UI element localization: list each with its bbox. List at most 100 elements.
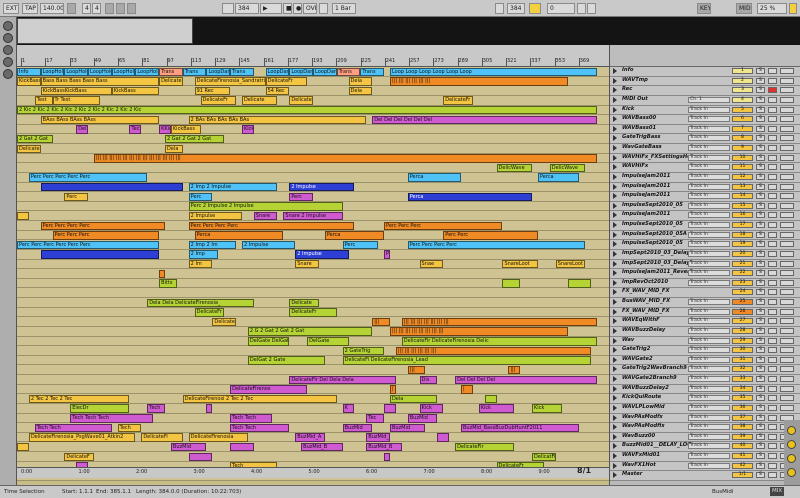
track-header[interactable]: WavPAsModfx Track In 37 S (610, 413, 800, 424)
track-input-select[interactable]: Track In (688, 385, 730, 392)
track-input-select[interactable]: Track In (688, 241, 730, 248)
solo-button[interactable]: S (756, 318, 765, 325)
track-input-select[interactable]: Track In (688, 260, 730, 267)
clip[interactable]: 2 Tec 2 Tec 2 Tec (28, 394, 130, 404)
cue-indicator-icon[interactable] (787, 440, 796, 449)
solo-button[interactable]: S (756, 106, 765, 113)
clip[interactable]: Perc Perc Perc Perc (188, 221, 355, 230)
track-activator-button[interactable]: 7 (732, 125, 753, 132)
track-header[interactable]: Wav Track In 29 S (610, 336, 800, 347)
clip[interactable]: DelicatFi (532, 452, 556, 462)
track-header[interactable]: Kick Track In 5 S (610, 105, 800, 116)
clip[interactable]: KickBass (170, 125, 201, 134)
arm-record-button[interactable] (768, 376, 777, 383)
arm-record-button[interactable] (768, 183, 777, 190)
draw-mode-button[interactable] (495, 3, 504, 14)
track-activator-button[interactable]: 23 (732, 279, 753, 286)
track-activator-button[interactable]: 2 (732, 77, 753, 84)
arm-record-button[interactable] (768, 241, 777, 248)
ext-sync-button[interactable]: EXT (3, 3, 19, 14)
arm-record-button[interactable] (768, 125, 777, 132)
metronome-button[interactable] (105, 3, 114, 14)
track-lane[interactable] (17, 365, 609, 376)
track-options-button[interactable] (780, 202, 794, 209)
track-header[interactable]: Rec 3 S (610, 86, 800, 96)
mixer-toggle-button[interactable]: MIX (770, 487, 785, 496)
clip[interactable]: Perc Perc Perc Perc Perc Perc (17, 240, 160, 250)
tap-tempo-button[interactable]: TAP (22, 3, 38, 14)
track-options-button[interactable] (780, 68, 794, 74)
clip[interactable]: Trans (159, 67, 183, 76)
clip[interactable]: Test (34, 96, 53, 105)
track-header[interactable]: WavPAsModfix Track In 38 S (610, 423, 800, 433)
clip[interactable]: Dela (389, 394, 438, 404)
expand-arrow-icon[interactable] (613, 385, 617, 392)
track-options-button[interactable] (780, 77, 794, 84)
track-activator-button[interactable]: 25 (732, 299, 753, 306)
clip[interactable]: KickBass (17, 77, 41, 86)
track-activator-button[interactable]: 22 (732, 270, 753, 277)
clip[interactable] (437, 433, 450, 442)
track-activator-button[interactable]: 40 (732, 443, 753, 450)
track-lane[interactable] (17, 288, 609, 299)
clip[interactable]: Snare (295, 260, 319, 269)
expand-arrow-icon[interactable] (613, 87, 617, 94)
clip[interactable]: Perc Perc Perc Perc (40, 221, 165, 230)
track-options-button[interactable] (780, 404, 794, 411)
arm-record-button[interactable] (768, 453, 777, 460)
arm-record-button[interactable] (768, 395, 777, 402)
clip[interactable]: BuzMid_A (295, 433, 325, 442)
arm-record-button[interactable] (768, 279, 777, 286)
clip[interactable]: DelicateFr (443, 96, 473, 105)
track-lane[interactable] (17, 124, 609, 135)
clip[interactable]: DelicateFr (265, 77, 308, 86)
clip[interactable] (40, 250, 160, 259)
arm-record-button[interactable] (768, 289, 777, 296)
track-name[interactable]: Master (622, 471, 702, 477)
track-activator-button[interactable]: 37 (732, 414, 753, 421)
time-sig-denominator[interactable]: 4 (92, 3, 101, 14)
clip[interactable]: 2 Impulse (289, 183, 355, 192)
track-header[interactable]: ImpSept2010_03_DelayIn Track In 21 S (610, 259, 800, 270)
track-options-button[interactable] (780, 183, 794, 190)
clip[interactable]: SnareLoot (502, 260, 538, 269)
sends-indicator-icon[interactable] (787, 468, 796, 477)
clip[interactable]: DelicateFirenosi 2 Tec 2 Tec (182, 394, 337, 404)
clip[interactable]: Trans (230, 67, 254, 76)
track-options-button[interactable] (780, 347, 794, 354)
clip[interactable]: Tech Tech Tech (70, 414, 154, 423)
clip[interactable] (188, 452, 213, 462)
track-activator-button[interactable]: 13 (732, 183, 753, 190)
track-header[interactable]: WAVEqWithF Track In 27 S (610, 317, 800, 327)
track-options-button[interactable] (780, 222, 794, 229)
track-options-button[interactable] (780, 327, 794, 334)
track-lane[interactable] (17, 144, 609, 154)
arm-record-button[interactable] (768, 222, 777, 229)
solo-indicator-icon[interactable] (787, 426, 796, 435)
clip[interactable]: Snae (419, 260, 444, 269)
nudge-button[interactable] (67, 3, 76, 14)
expand-arrow-icon[interactable] (613, 433, 617, 440)
track-lane[interactable] (17, 134, 609, 145)
track-options-button[interactable] (780, 193, 794, 200)
track-options-button[interactable] (780, 289, 794, 296)
track-input-select[interactable]: Ch. 1 (688, 96, 730, 103)
track-header[interactable]: ImpSept2010_03_Delay Track In 20 S (610, 249, 800, 260)
arrangement-overview[interactable] (17, 17, 800, 45)
track-input-select[interactable]: Track In (688, 222, 730, 229)
overdub-button[interactable]: OVR (303, 3, 317, 14)
arm-record-button[interactable] (768, 337, 777, 344)
clip[interactable]: LoopHold (135, 67, 160, 76)
track-header[interactable]: Info 1 S (610, 67, 800, 77)
track-options-button[interactable] (780, 395, 794, 402)
track-input-select[interactable]: Track In (688, 183, 730, 190)
track-activator-button[interactable]: 4 (732, 96, 753, 103)
expand-arrow-icon[interactable] (613, 308, 617, 315)
track-header[interactable]: BuzzMid01__DELAY_LOO Track In 40 S (610, 442, 800, 453)
solo-button[interactable]: S (756, 154, 765, 161)
track-options-button[interactable] (780, 87, 794, 94)
clip[interactable]: ||| ||| ||| ||| ||| ||| ||| (401, 317, 598, 327)
loop-length-field[interactable]: 0 (547, 3, 575, 14)
clip[interactable]: Tech (147, 404, 165, 413)
track-header[interactable]: ImpulseJam2011 Track In 13 S (610, 182, 800, 193)
